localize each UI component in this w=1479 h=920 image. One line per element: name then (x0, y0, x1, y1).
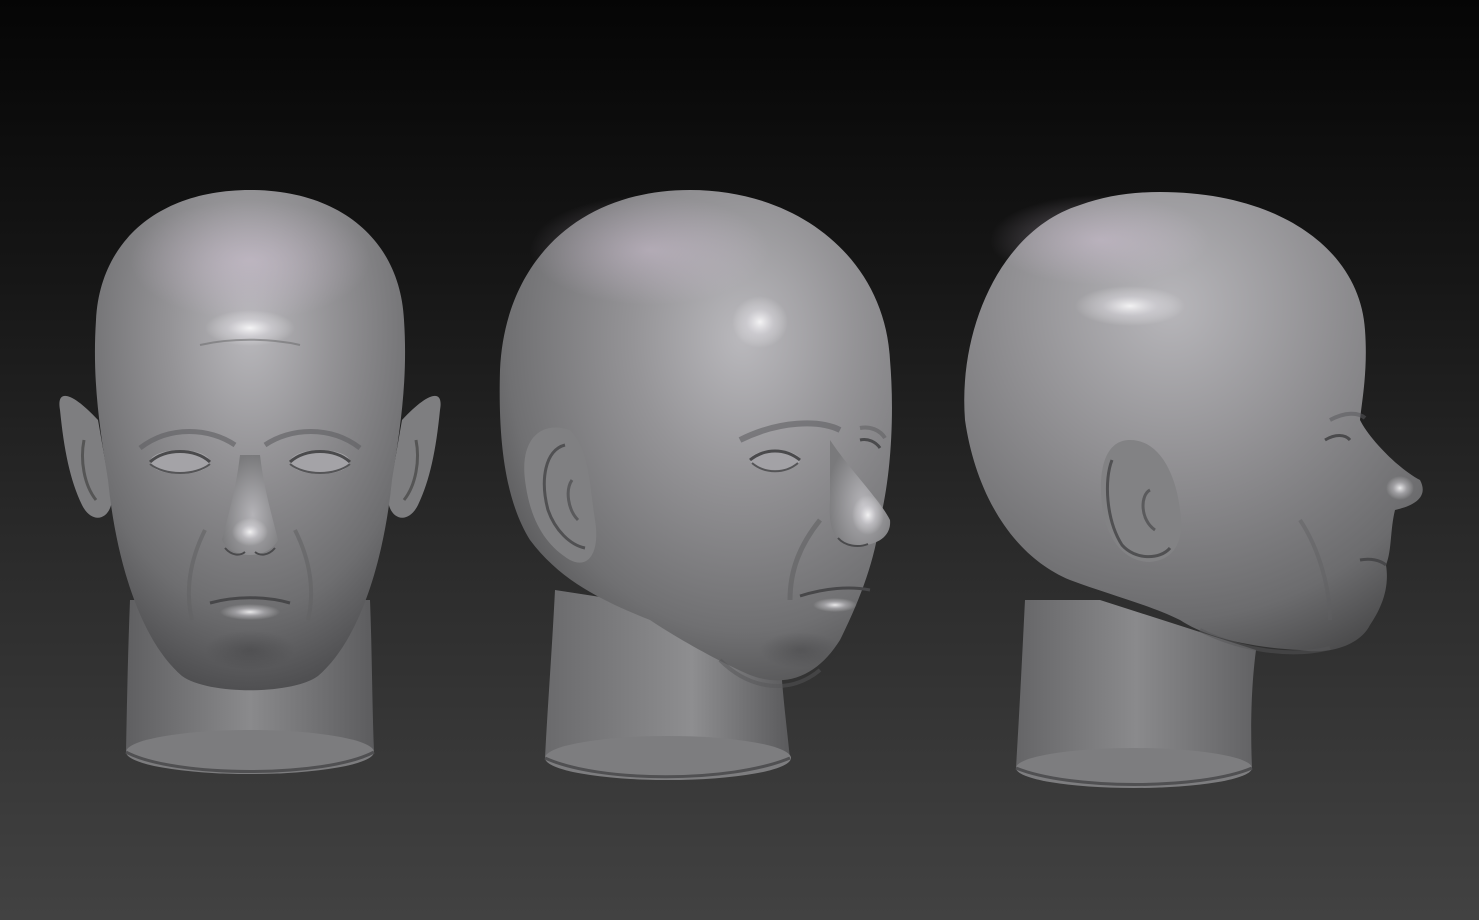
sculpt-viewport[interactable] (0, 0, 1479, 920)
head-renders (59, 190, 1423, 788)
head-side-view (964, 192, 1423, 788)
head-front-view (59, 190, 441, 774)
head-three-quarter-view (499, 190, 892, 780)
